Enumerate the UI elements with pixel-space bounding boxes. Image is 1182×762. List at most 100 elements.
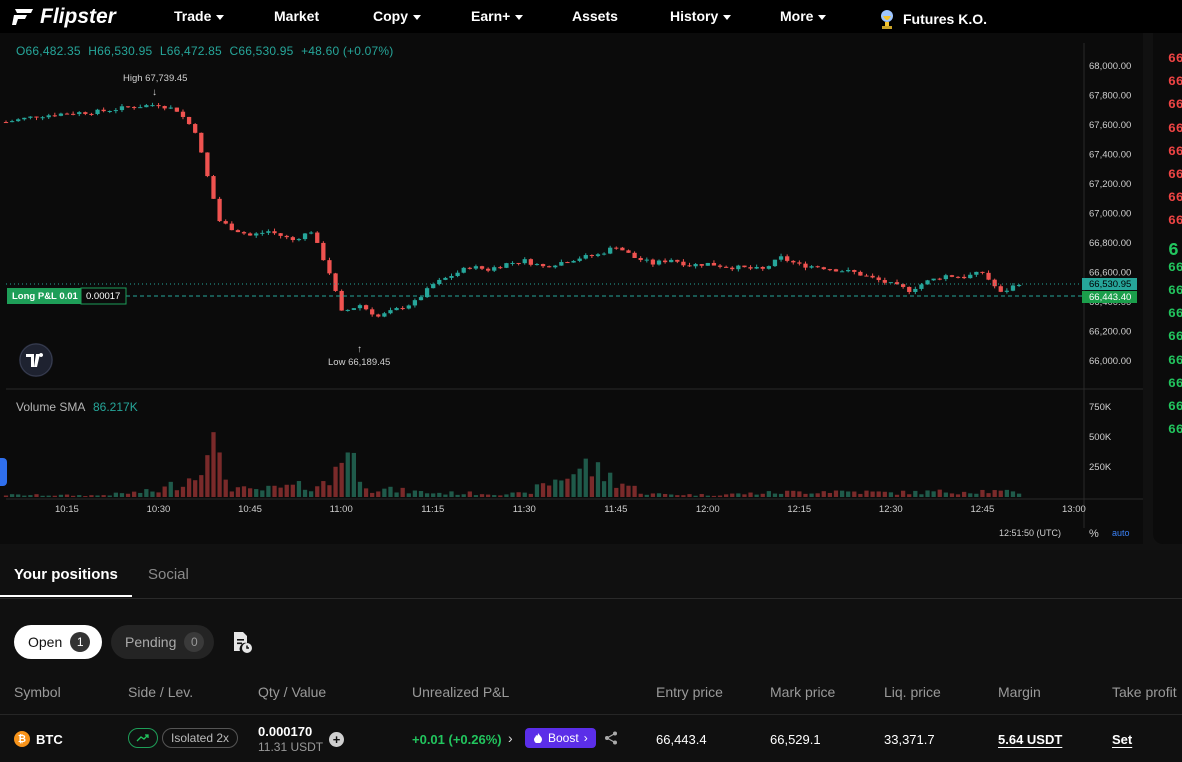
nav-earn-label: Earn+ xyxy=(471,8,511,24)
filter-pending-count: 0 xyxy=(184,632,205,652)
volume-bar xyxy=(736,493,741,497)
candle-body xyxy=(34,116,39,118)
candle-body xyxy=(412,300,418,306)
time-tick-label: 10:30 xyxy=(147,504,171,515)
candle-body xyxy=(479,266,485,269)
volume-bar xyxy=(662,493,668,497)
candle-body xyxy=(394,308,399,311)
take-profit-set[interactable]: Set xyxy=(1112,732,1132,747)
time-tick-label: 11:45 xyxy=(604,504,627,515)
nav-history[interactable]: History xyxy=(670,8,732,24)
orderbook-price-fragment: 66 xyxy=(1168,422,1182,438)
candle-body xyxy=(626,250,631,253)
candle-body xyxy=(791,260,796,263)
candle-body xyxy=(986,272,991,280)
add-position-button[interactable]: + xyxy=(329,732,344,747)
nav-earn[interactable]: Earn+ xyxy=(471,8,524,24)
side-drawer-handle[interactable] xyxy=(0,458,7,486)
candle-body xyxy=(89,113,94,115)
volume-bar xyxy=(266,485,271,497)
tab-social[interactable]: Social xyxy=(148,566,189,583)
candle-body xyxy=(699,264,704,266)
tab-your-positions[interactable]: Your positions xyxy=(14,566,118,583)
margin-value[interactable]: 5.64 USDT xyxy=(998,732,1062,747)
nav-futures-ko[interactable]: Futures K.O. xyxy=(876,8,987,30)
candle-body xyxy=(119,106,125,111)
volume-bar xyxy=(272,485,277,497)
orderbook-price-fragment: 66 xyxy=(1168,283,1182,298)
share-icon[interactable] xyxy=(604,731,618,745)
filter-pending[interactable]: Pending 0 xyxy=(111,625,214,659)
candle-body xyxy=(943,275,948,280)
candle-body xyxy=(803,263,808,268)
candle-body xyxy=(241,232,247,234)
candle-body xyxy=(406,305,411,309)
candle-body xyxy=(1004,290,1010,292)
entry-price: 66,443.4 xyxy=(656,732,707,747)
filter-open[interactable]: Open 1 xyxy=(14,625,102,659)
time-tick-label: 12:30 xyxy=(879,504,903,515)
current-price-tag: 66,530.95 xyxy=(1089,279,1131,290)
candle-body xyxy=(760,266,765,269)
price-tick-label: 67,000.00 xyxy=(1089,209,1131,220)
candle-body xyxy=(949,275,955,277)
volume-bar xyxy=(370,492,375,497)
candlestick-chart[interactable]: 68,000.00 67,800.00 67,600.00 67,400.00 67,2… xyxy=(0,33,1143,544)
nav-more[interactable]: More xyxy=(780,8,827,24)
volume-bar xyxy=(937,489,942,497)
positions-tabs: Your positions Social xyxy=(0,550,1182,599)
volume-bar xyxy=(70,495,76,497)
tradingview-logo-icon[interactable] xyxy=(19,343,53,377)
candle-body xyxy=(742,265,747,268)
price-chart-panel[interactable]: O66,482.35 H66,530.95 L66,472.85 C66,530… xyxy=(0,33,1143,544)
candle-body xyxy=(669,259,674,263)
volume-axis: 750K 500K 250K xyxy=(1089,402,1112,473)
volume-bar xyxy=(522,492,527,497)
volume-bar xyxy=(241,486,247,497)
candle-body xyxy=(571,260,576,263)
volume-bar xyxy=(235,487,241,497)
candle-body xyxy=(785,256,790,261)
orderbook-price-fragment: 66 xyxy=(1168,306,1182,322)
leverage-badge[interactable]: Isolated 2x xyxy=(162,728,239,748)
candle-body xyxy=(632,252,637,259)
candle-body xyxy=(449,275,454,278)
volume-bar xyxy=(919,494,924,497)
candle-body xyxy=(345,309,350,311)
nav-trade[interactable]: Trade xyxy=(174,8,225,24)
volume-bar xyxy=(205,455,210,497)
candle-body xyxy=(601,253,607,255)
nav-assets[interactable]: Assets xyxy=(572,8,618,24)
volume-bar xyxy=(247,488,253,497)
orderbook-price-fragment: 66 xyxy=(1168,375,1182,391)
time-tick-label: 12:45 xyxy=(970,504,994,515)
nav-copy[interactable]: Copy xyxy=(373,8,421,24)
volume-bar xyxy=(211,432,216,497)
orderbook-price-fragment: 66 xyxy=(1168,74,1182,90)
flipster-logo[interactable]: Flipster xyxy=(12,5,116,29)
nav-market[interactable]: Market xyxy=(274,8,319,24)
candle-body xyxy=(327,260,332,274)
volume-bar xyxy=(186,478,192,497)
boost-button[interactable]: Boost › xyxy=(525,728,596,748)
candle-body xyxy=(138,107,143,109)
position-symbol[interactable]: BTC xyxy=(36,732,63,747)
volume-bar xyxy=(455,494,460,497)
candle-body xyxy=(235,230,241,233)
candles-group xyxy=(3,102,1022,318)
candle-body xyxy=(595,254,601,256)
volume-bar xyxy=(986,493,991,497)
col-take-profit: Take profit xyxy=(1112,684,1177,700)
candle-body xyxy=(473,266,479,269)
auto-scale-toggle[interactable]: auto xyxy=(1112,528,1130,538)
history-document-icon[interactable] xyxy=(230,630,254,654)
long-pnl-value: 0.00017 xyxy=(86,291,120,302)
utc-clock[interactable]: 12:51:50 (UTC) xyxy=(999,528,1061,538)
percent-scale-toggle[interactable]: % xyxy=(1089,528,1099,540)
volume-bar xyxy=(150,491,155,497)
volume-bar xyxy=(894,494,900,497)
chevron-right-icon[interactable]: › xyxy=(508,730,513,746)
candle-body xyxy=(876,277,881,281)
volume-bar xyxy=(559,480,564,497)
candle-body xyxy=(858,271,863,276)
